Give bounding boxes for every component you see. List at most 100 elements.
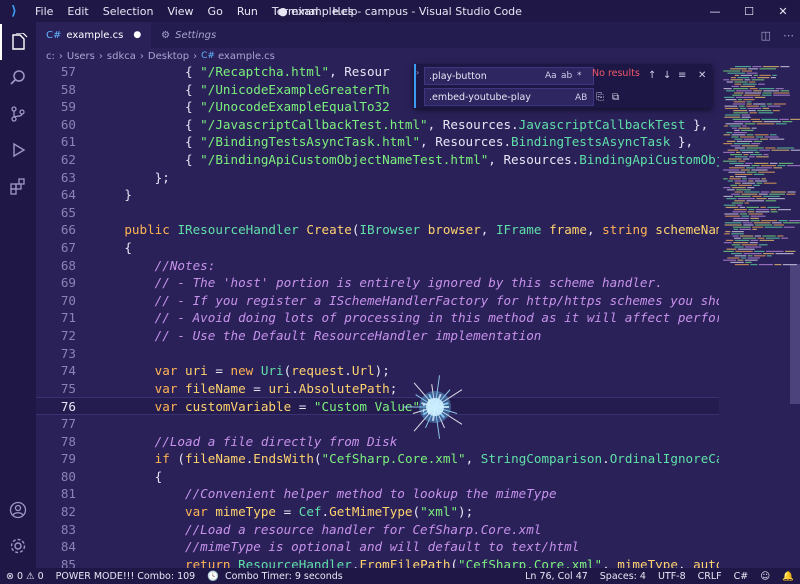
menu-terminal[interactable]: Terminal xyxy=(265,5,326,18)
maximize-button[interactable]: ☐ xyxy=(732,0,766,22)
code-line[interactable]: 70 // - If you register a ISchemeHandler… xyxy=(36,292,719,310)
menu-go[interactable]: Go xyxy=(201,5,230,18)
vertical-scrollbar[interactable] xyxy=(790,264,800,404)
editor-tabs: C# example.cs ● ⚙ Settings xyxy=(36,22,800,48)
line-number: 61 xyxy=(60,134,76,150)
line-number: 59 xyxy=(60,99,76,115)
code-line[interactable]: 80 { xyxy=(36,468,719,486)
code-line[interactable]: 74 var uri = new Uri(request.Url); xyxy=(36,362,719,380)
code-line[interactable]: 66 public IResourceHandler Create(IBrows… xyxy=(36,221,719,239)
activity-bar xyxy=(0,22,36,568)
close-window-button[interactable]: ✕ xyxy=(766,0,800,22)
cursor-position[interactable]: Ln 76, Col 47 xyxy=(519,571,594,582)
run-debug-icon[interactable] xyxy=(0,132,36,168)
csharp-file-icon: C# xyxy=(46,29,62,41)
menu-view[interactable]: View xyxy=(160,5,200,18)
breadcrumb-item[interactable]: Desktop xyxy=(148,51,189,62)
line-number: 85 xyxy=(60,556,76,568)
tab-settings[interactable]: ⚙ Settings xyxy=(151,22,226,48)
code-line[interactable]: 69 // - The 'host' portion is entirely i… xyxy=(36,274,719,292)
code-line[interactable]: 83 //Load a resource handler for CefShar… xyxy=(36,521,719,539)
code-line[interactable]: 61 { "/BindingTestsAsyncTask.html", Reso… xyxy=(36,133,719,151)
code-line[interactable]: 67 { xyxy=(36,239,719,257)
line-number: 80 xyxy=(60,468,76,484)
code-line[interactable]: 78 //Load a file directly from Disk xyxy=(36,433,719,451)
replace-all-icon[interactable]: ⧉ xyxy=(612,92,619,103)
line-number: 69 xyxy=(60,275,76,291)
line-number: 62 xyxy=(60,152,76,167)
feedback-icon[interactable]: ☺ xyxy=(754,571,776,582)
code-line[interactable]: 71 // - Avoid doing lots of processing i… xyxy=(36,309,719,327)
notifications-icon[interactable]: 🔔 xyxy=(776,571,800,582)
match-case-icon[interactable]: Aa xyxy=(545,71,557,81)
minimize-button[interactable]: — xyxy=(698,0,732,22)
replace-icon[interactable]: ⎘ xyxy=(596,92,604,103)
code-line[interactable]: 73 xyxy=(36,345,719,363)
code-line[interactable]: 79 if (fileName.EndsWith("CefSharp.Core.… xyxy=(36,450,719,468)
close-find-icon[interactable]: ✕ xyxy=(698,70,706,81)
line-number: 57 xyxy=(60,64,76,79)
source-control-icon[interactable] xyxy=(0,96,36,132)
code-line[interactable]: 82 var mimeType = Cef.GetMimeType("xml")… xyxy=(36,503,719,521)
match-whole-word-icon[interactable]: ab xyxy=(561,71,572,81)
more-actions-icon[interactable]: ⋯ xyxy=(783,29,794,42)
menu-selection[interactable]: Selection xyxy=(96,5,161,18)
code-line[interactable]: 75 var fileName = uri.AbsolutePath; xyxy=(36,380,719,398)
modified-dot-icon[interactable]: ● xyxy=(133,30,141,40)
gear-icon[interactable] xyxy=(0,528,36,564)
code-line[interactable]: 77 xyxy=(36,415,719,433)
code-line[interactable]: 72 // - Use the Default ResourceHandler … xyxy=(36,327,719,345)
code-line[interactable]: 68 //Notes: xyxy=(36,257,719,275)
explorer-icon[interactable] xyxy=(0,24,36,60)
menu-file[interactable]: File xyxy=(28,5,60,18)
code-line[interactable]: 60 { "/JavascriptCallbackTest.html", Res… xyxy=(36,116,719,134)
previous-match-icon[interactable]: ↑ xyxy=(648,70,656,81)
code-line[interactable]: 76 var customVariable = "Custom Value"; xyxy=(36,397,719,415)
breadcrumb-item[interactable]: c: xyxy=(46,51,55,62)
search-icon[interactable] xyxy=(0,60,36,96)
line-number: 67 xyxy=(60,240,76,255)
code-line[interactable]: 63 }; xyxy=(36,169,719,187)
line-number: 73 xyxy=(60,345,76,361)
code-line[interactable]: 64 } xyxy=(36,186,719,204)
split-editor-icon[interactable]: ◫ xyxy=(761,29,771,42)
menu-run[interactable]: Run xyxy=(230,5,265,18)
code-line[interactable]: 65 xyxy=(36,204,719,222)
code-text: // - If you register a ISchemeHandlerFac… xyxy=(154,292,719,308)
code-line[interactable]: 62 { "/BindingApiCustomObjectNameTest.ht… xyxy=(36,151,719,169)
breadcrumb-item[interactable]: Users xyxy=(67,51,95,62)
next-match-icon[interactable]: ↓ xyxy=(663,70,671,81)
menu-bar: File Edit Selection View Go Run Terminal… xyxy=(28,5,364,18)
toggle-replace-icon[interactable]: › xyxy=(416,68,422,77)
minimap[interactable] xyxy=(719,64,800,568)
account-icon[interactable] xyxy=(0,492,36,528)
code-text: var uri = new Uri(request.Url); xyxy=(154,363,390,379)
code-line[interactable]: 81 //Convenient helper method to lookup … xyxy=(36,485,719,503)
indentation-setting[interactable]: Spaces: 4 xyxy=(594,571,652,582)
code-text: if (fileName.EndsWith("CefSharp.Core.xml… xyxy=(154,451,719,467)
line-number: 71 xyxy=(60,310,76,326)
encoding-setting[interactable]: UTF-8 xyxy=(652,571,692,582)
menu-edit[interactable]: Edit xyxy=(60,5,95,18)
preserve-case-icon[interactable]: AB xyxy=(575,93,587,103)
extensions-icon[interactable] xyxy=(0,168,36,204)
line-number: 70 xyxy=(60,292,76,308)
code-text: // - The 'host' portion is entirely igno… xyxy=(154,275,663,291)
code-editor[interactable]: 57 { "/Recaptcha.html", Resour 58 { "/Uni… xyxy=(36,64,719,568)
language-mode[interactable]: C# xyxy=(728,571,755,582)
code-text: var mimeType = Cef.GetMimeType("xml"); xyxy=(185,504,474,519)
breadcrumb-item[interactable]: example.cs xyxy=(218,51,275,62)
breadcrumb-item[interactable]: sdkca xyxy=(107,51,136,62)
tab-example-cs[interactable]: C# example.cs ● xyxy=(36,22,152,48)
line-number: 63 xyxy=(60,169,76,185)
find-in-selection-icon[interactable]: ≡ xyxy=(678,70,686,81)
line-number: 64 xyxy=(60,187,76,203)
replace-input[interactable] xyxy=(424,88,594,106)
menu-help[interactable]: Help xyxy=(325,5,364,18)
regex-icon[interactable]: * xyxy=(577,71,582,81)
eol-setting[interactable]: CRLF xyxy=(692,571,728,582)
code-line[interactable]: 85 return ResourceHandler.FromFilePath("… xyxy=(36,556,719,568)
problems-indicator[interactable]: ⊗ 0 ⚠ 0 xyxy=(0,571,50,582)
power-mode-spark-effect xyxy=(403,375,463,440)
code-line[interactable]: 84 //mimeType is optional and will defau… xyxy=(36,538,719,556)
